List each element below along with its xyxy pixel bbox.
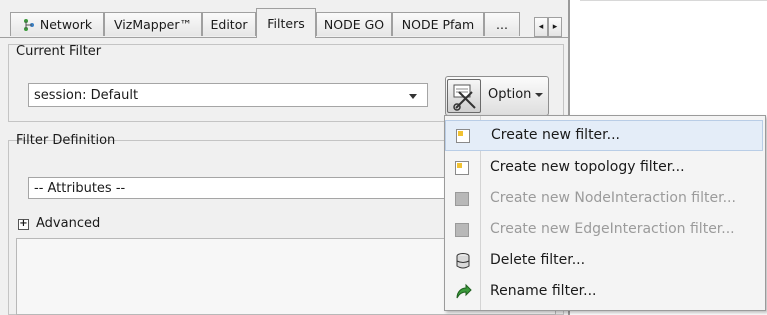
menu-item-create-node-interaction-filter[interactable]: Create new NodeInteraction filter... — [445, 184, 763, 215]
menu-item-label: Rename filter... — [490, 283, 597, 299]
network-icon — [22, 18, 36, 32]
current-filter-label: Current Filter — [16, 44, 102, 59]
filter-options-icon — [447, 79, 481, 113]
tab-editor[interactable]: Editor — [202, 12, 256, 36]
rename-icon — [454, 283, 472, 301]
tab-more[interactable]: ... — [484, 12, 520, 36]
tab-strip: Network VizMapper™ Editor Filters NODE G… — [0, 8, 568, 38]
tab-network[interactable]: Network — [10, 12, 104, 36]
tab-vizmapper[interactable]: VizMapper™ — [104, 12, 202, 36]
tab-more-label: ... — [496, 17, 508, 32]
tab-scroll-left-icon[interactable]: ◂ — [534, 17, 548, 37]
menu-item-label: Create new EdgeInteraction filter... — [490, 221, 735, 237]
menu-item-create-topology-filter[interactable]: Create new topology filter... — [445, 153, 763, 184]
new-topology-filter-icon — [455, 161, 469, 175]
tab-editor-label: Editor — [210, 17, 248, 32]
menu-item-create-edge-interaction-filter[interactable]: Create new EdgeInteraction filter... — [445, 215, 763, 246]
menu-item-label: Create new filter... — [491, 127, 620, 143]
filter-select-value: session: Default — [34, 87, 139, 103]
pane-divider — [580, 0, 767, 1]
tab-scroll-right-icon[interactable]: ▸ — [548, 17, 562, 37]
delete-icon — [455, 252, 471, 270]
tab-node-go-label: NODE GO — [323, 17, 385, 32]
menu-item-label: Create new topology filter... — [490, 159, 685, 175]
option-button-label: Option — [488, 87, 532, 102]
menu-item-create-new-filter[interactable]: Create new filter... — [445, 120, 763, 151]
menu-item-rename-filter[interactable]: Rename filter... — [445, 277, 763, 308]
tab-node-pfam-label: NODE Pfam — [401, 17, 475, 32]
menu-item-label: Create new NodeInteraction filter... — [490, 190, 736, 206]
new-filter-icon — [456, 129, 470, 143]
tab-filters[interactable]: Filters — [256, 8, 316, 38]
advanced-label[interactable]: Advanced — [36, 216, 100, 231]
tab-network-label: Network — [39, 17, 93, 32]
expand-icon[interactable]: + — [18, 219, 29, 230]
node-interaction-icon — [455, 192, 469, 206]
option-dropdown-icon — [535, 93, 543, 97]
attributes-select-value: -- Attributes -- — [34, 180, 126, 196]
tab-filters-label: Filters — [267, 16, 305, 31]
edge-interaction-icon — [455, 223, 469, 237]
menu-item-label: Delete filter... — [490, 252, 586, 268]
menu-item-delete-filter[interactable]: Delete filter... — [445, 246, 763, 277]
tab-vizmapper-label: VizMapper™ — [114, 17, 192, 32]
filter-select-dropdown-icon[interactable] — [409, 94, 417, 99]
tab-node-go[interactable]: NODE GO — [316, 12, 392, 36]
filter-definition-label: Filter Definition — [16, 133, 116, 148]
filter-select[interactable]: session: Default — [28, 83, 428, 107]
attributes-select[interactable]: -- Attributes -- — [28, 177, 448, 199]
tab-node-pfam[interactable]: NODE Pfam — [392, 12, 484, 36]
